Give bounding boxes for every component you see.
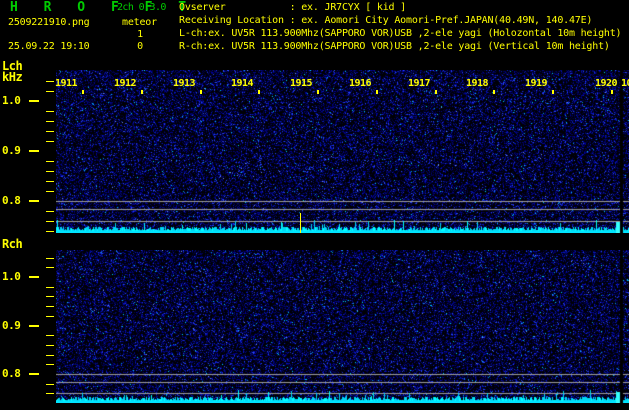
freq-tick-minor [46,355,54,356]
khz-unit-label: kHz [2,70,23,84]
freq-tick-minor [46,296,54,297]
freq-tick-minor [46,141,54,142]
time-tick-label: 1911 [55,78,78,89]
freq-tick-minor [46,221,54,222]
time-tick-mark [82,90,84,94]
info-line-rch-setup: R-ch:ex. UV5R 113.900Mhz(SAPPORO VOR)USB… [179,41,610,52]
freq-tick-minor [46,267,54,268]
time-tick-label: 1918 [466,78,489,89]
freq-tick-label: 0.9 [2,144,21,157]
hrofft-screen: H R O F F T 2ch 0.3.0 2509221910.png met… [0,0,629,410]
freq-tick-minor [46,316,54,317]
time-tick-label: 1919 [525,78,548,89]
time-tick-mark [435,90,437,94]
time-tick-label: 1920 [595,78,618,89]
time-tick-mark [552,90,554,94]
lch-spectrogram [56,70,629,233]
app-title: H R O F F T [10,0,196,15]
time-tick-mark [258,90,260,94]
freq-tick-minor [46,345,54,346]
meteor-echo-marker [300,213,301,233]
freq-tick-minor [46,384,54,385]
freq-tick-minor [46,211,54,212]
time-tick-label: 1913 [173,78,196,89]
rch-label: Rch [2,237,23,251]
freq-tick-minor [46,287,54,288]
freq-tick-minor [46,393,54,394]
time-edge-partial-label: 10 [621,78,629,89]
freq-tick-minor [46,161,54,162]
freq-tick-minor [46,91,54,92]
timestamp: 25.09.22 19:10 [8,41,90,52]
freq-tick-label: 0.8 [2,194,21,207]
freq-tick-minor [46,81,54,82]
time-tick-mark [141,90,143,94]
time-tick-label: 1914 [231,78,254,89]
freq-tick-major [29,150,39,152]
freq-tick-major [29,200,39,202]
freq-tick-label: 1.0 [2,270,21,283]
meteor-count-rch: 0 [137,41,143,52]
file-name: 2509221910.png [8,17,90,28]
time-tick-mark [200,90,202,94]
app-version: 2ch 0.3.0 [117,2,166,13]
freq-tick-minor [46,111,54,112]
freq-tick-major [29,325,39,327]
mode-label: meteor [122,17,157,28]
freq-tick-major [29,100,39,102]
freq-tick-minor [46,258,54,259]
freq-tick-minor [46,231,54,232]
info-line-lch-setup: L-ch:ex. UV5R 113.900Mhz(SAPPORO VOR)USB… [179,28,622,39]
freq-tick-major [29,276,39,278]
meteor-count-lch: 1 [137,29,143,40]
freq-tick-minor [46,171,54,172]
time-tick-mark [376,90,378,94]
time-tick-mark [493,90,495,94]
freq-tick-minor [46,181,54,182]
time-tick-label: 1916 [349,78,372,89]
freq-tick-minor [46,364,54,365]
info-line-location: Receiving Location : ex. Aomori City Aom… [179,15,593,26]
freq-tick-minor [46,335,54,336]
time-tick-mark [317,90,319,94]
freq-tick-label: 0.9 [2,319,21,332]
freq-tick-label: 1.0 [2,94,21,107]
info-line-observer: Ovserver : ex. JR7CYX [ kid ] [179,2,406,13]
time-tick-label: 1915 [290,78,313,89]
freq-tick-minor [46,121,54,122]
freq-tick-minor [46,191,54,192]
freq-tick-label: 0.8 [2,367,21,380]
freq-tick-minor [46,306,54,307]
freq-tick-major [29,373,39,375]
time-tick-mark [611,90,613,94]
rch-spectrogram [56,250,629,403]
time-tick-label: 1917 [408,78,431,89]
time-tick-label: 1912 [114,78,137,89]
freq-tick-minor [46,131,54,132]
